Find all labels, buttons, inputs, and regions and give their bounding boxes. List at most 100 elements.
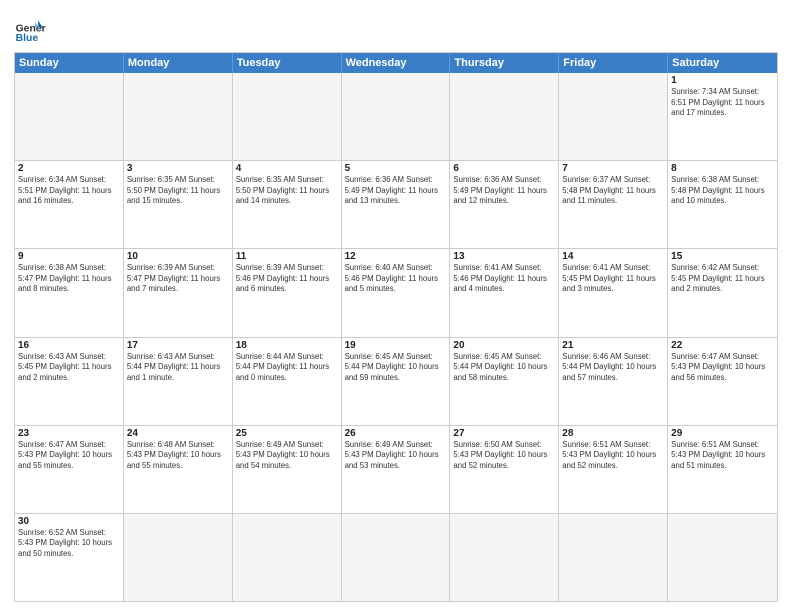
calendar-day-cell: 21Sunrise: 6:46 AM Sunset: 5:44 PM Dayli… bbox=[559, 338, 668, 425]
calendar-day-cell bbox=[668, 514, 777, 601]
calendar-day-cell: 24Sunrise: 6:48 AM Sunset: 5:43 PM Dayli… bbox=[124, 426, 233, 513]
day-info: Sunrise: 6:44 AM Sunset: 5:44 PM Dayligh… bbox=[236, 352, 338, 384]
day-info: Sunrise: 6:36 AM Sunset: 5:49 PM Dayligh… bbox=[345, 175, 447, 207]
calendar-day-cell: 3Sunrise: 6:35 AM Sunset: 5:50 PM Daylig… bbox=[124, 161, 233, 248]
day-number: 4 bbox=[236, 163, 338, 174]
day-number: 14 bbox=[562, 251, 664, 262]
calendar-day-cell bbox=[559, 73, 668, 160]
weekday-header: Tuesday bbox=[233, 53, 342, 73]
calendar-day-cell bbox=[450, 73, 559, 160]
day-info: Sunrise: 6:51 AM Sunset: 5:43 PM Dayligh… bbox=[562, 440, 664, 472]
weekday-header: Friday bbox=[559, 53, 668, 73]
logo: General Blue bbox=[14, 14, 46, 46]
day-number: 3 bbox=[127, 163, 229, 174]
day-number: 6 bbox=[453, 163, 555, 174]
calendar: SundayMondayTuesdayWednesdayThursdayFrid… bbox=[14, 52, 778, 602]
calendar-day-cell: 26Sunrise: 6:49 AM Sunset: 5:43 PM Dayli… bbox=[342, 426, 451, 513]
weekday-header: Monday bbox=[124, 53, 233, 73]
calendar-week-row: 2Sunrise: 6:34 AM Sunset: 5:51 PM Daylig… bbox=[15, 161, 777, 249]
calendar-day-cell: 2Sunrise: 6:34 AM Sunset: 5:51 PM Daylig… bbox=[15, 161, 124, 248]
day-number: 9 bbox=[18, 251, 120, 262]
calendar-day-cell: 11Sunrise: 6:39 AM Sunset: 5:46 PM Dayli… bbox=[233, 249, 342, 336]
calendar-day-cell bbox=[450, 514, 559, 601]
calendar-week-row: 16Sunrise: 6:43 AM Sunset: 5:45 PM Dayli… bbox=[15, 338, 777, 426]
calendar-day-cell: 25Sunrise: 6:49 AM Sunset: 5:43 PM Dayli… bbox=[233, 426, 342, 513]
calendar-day-cell: 17Sunrise: 6:43 AM Sunset: 5:44 PM Dayli… bbox=[124, 338, 233, 425]
day-number: 26 bbox=[345, 428, 447, 439]
day-info: Sunrise: 7:34 AM Sunset: 6:51 PM Dayligh… bbox=[671, 87, 774, 119]
day-info: Sunrise: 6:43 AM Sunset: 5:44 PM Dayligh… bbox=[127, 352, 229, 384]
day-info: Sunrise: 6:36 AM Sunset: 5:49 PM Dayligh… bbox=[453, 175, 555, 207]
day-number: 28 bbox=[562, 428, 664, 439]
day-info: Sunrise: 6:45 AM Sunset: 5:44 PM Dayligh… bbox=[453, 352, 555, 384]
calendar-day-cell: 27Sunrise: 6:50 AM Sunset: 5:43 PM Dayli… bbox=[450, 426, 559, 513]
day-number: 10 bbox=[127, 251, 229, 262]
calendar-body: 1Sunrise: 7:34 AM Sunset: 6:51 PM Daylig… bbox=[15, 73, 777, 601]
calendar-week-row: 1Sunrise: 7:34 AM Sunset: 6:51 PM Daylig… bbox=[15, 73, 777, 161]
calendar-day-cell bbox=[342, 73, 451, 160]
day-info: Sunrise: 6:47 AM Sunset: 5:43 PM Dayligh… bbox=[18, 440, 120, 472]
day-info: Sunrise: 6:39 AM Sunset: 5:46 PM Dayligh… bbox=[236, 263, 338, 295]
calendar-day-cell: 4Sunrise: 6:35 AM Sunset: 5:50 PM Daylig… bbox=[233, 161, 342, 248]
day-info: Sunrise: 6:38 AM Sunset: 5:48 PM Dayligh… bbox=[671, 175, 774, 207]
calendar-day-cell bbox=[124, 73, 233, 160]
day-number: 12 bbox=[345, 251, 447, 262]
day-number: 27 bbox=[453, 428, 555, 439]
weekday-header: Wednesday bbox=[342, 53, 451, 73]
day-info: Sunrise: 6:37 AM Sunset: 5:48 PM Dayligh… bbox=[562, 175, 664, 207]
day-info: Sunrise: 6:39 AM Sunset: 5:47 PM Dayligh… bbox=[127, 263, 229, 295]
calendar-day-cell: 5Sunrise: 6:36 AM Sunset: 5:49 PM Daylig… bbox=[342, 161, 451, 248]
calendar-day-cell: 14Sunrise: 6:41 AM Sunset: 5:45 PM Dayli… bbox=[559, 249, 668, 336]
calendar-day-cell: 12Sunrise: 6:40 AM Sunset: 5:46 PM Dayli… bbox=[342, 249, 451, 336]
calendar-day-cell: 20Sunrise: 6:45 AM Sunset: 5:44 PM Dayli… bbox=[450, 338, 559, 425]
day-number: 15 bbox=[671, 251, 774, 262]
day-info: Sunrise: 6:40 AM Sunset: 5:46 PM Dayligh… bbox=[345, 263, 447, 295]
calendar-day-cell: 19Sunrise: 6:45 AM Sunset: 5:44 PM Dayli… bbox=[342, 338, 451, 425]
day-info: Sunrise: 6:43 AM Sunset: 5:45 PM Dayligh… bbox=[18, 352, 120, 384]
calendar-day-cell: 7Sunrise: 6:37 AM Sunset: 5:48 PM Daylig… bbox=[559, 161, 668, 248]
calendar-day-cell bbox=[15, 73, 124, 160]
weekday-header: Thursday bbox=[450, 53, 559, 73]
day-number: 8 bbox=[671, 163, 774, 174]
day-number: 13 bbox=[453, 251, 555, 262]
calendar-day-cell bbox=[124, 514, 233, 601]
calendar-day-cell: 9Sunrise: 6:38 AM Sunset: 5:47 PM Daylig… bbox=[15, 249, 124, 336]
calendar-week-row: 30Sunrise: 6:52 AM Sunset: 5:43 PM Dayli… bbox=[15, 514, 777, 601]
day-info: Sunrise: 6:45 AM Sunset: 5:44 PM Dayligh… bbox=[345, 352, 447, 384]
day-number: 22 bbox=[671, 340, 774, 351]
day-number: 5 bbox=[345, 163, 447, 174]
calendar-day-cell: 23Sunrise: 6:47 AM Sunset: 5:43 PM Dayli… bbox=[15, 426, 124, 513]
day-info: Sunrise: 6:48 AM Sunset: 5:43 PM Dayligh… bbox=[127, 440, 229, 472]
day-number: 24 bbox=[127, 428, 229, 439]
calendar-day-cell: 28Sunrise: 6:51 AM Sunset: 5:43 PM Dayli… bbox=[559, 426, 668, 513]
svg-text:Blue: Blue bbox=[16, 33, 39, 44]
day-info: Sunrise: 6:51 AM Sunset: 5:43 PM Dayligh… bbox=[671, 440, 774, 472]
day-number: 29 bbox=[671, 428, 774, 439]
day-number: 19 bbox=[345, 340, 447, 351]
weekday-header: Saturday bbox=[668, 53, 777, 73]
day-number: 7 bbox=[562, 163, 664, 174]
day-info: Sunrise: 6:47 AM Sunset: 5:43 PM Dayligh… bbox=[671, 352, 774, 384]
calendar-day-cell bbox=[342, 514, 451, 601]
calendar-day-cell: 22Sunrise: 6:47 AM Sunset: 5:43 PM Dayli… bbox=[668, 338, 777, 425]
header: General Blue bbox=[14, 10, 778, 46]
day-info: Sunrise: 6:41 AM Sunset: 5:45 PM Dayligh… bbox=[562, 263, 664, 295]
calendar-day-cell: 15Sunrise: 6:42 AM Sunset: 5:45 PM Dayli… bbox=[668, 249, 777, 336]
day-info: Sunrise: 6:34 AM Sunset: 5:51 PM Dayligh… bbox=[18, 175, 120, 207]
day-number: 1 bbox=[671, 75, 774, 86]
calendar-day-cell: 29Sunrise: 6:51 AM Sunset: 5:43 PM Dayli… bbox=[668, 426, 777, 513]
day-number: 16 bbox=[18, 340, 120, 351]
weekday-header: Sunday bbox=[15, 53, 124, 73]
calendar-day-cell: 13Sunrise: 6:41 AM Sunset: 5:46 PM Dayli… bbox=[450, 249, 559, 336]
day-number: 21 bbox=[562, 340, 664, 351]
day-number: 17 bbox=[127, 340, 229, 351]
calendar-day-cell: 18Sunrise: 6:44 AM Sunset: 5:44 PM Dayli… bbox=[233, 338, 342, 425]
day-number: 20 bbox=[453, 340, 555, 351]
day-info: Sunrise: 6:49 AM Sunset: 5:43 PM Dayligh… bbox=[236, 440, 338, 472]
day-info: Sunrise: 6:49 AM Sunset: 5:43 PM Dayligh… bbox=[345, 440, 447, 472]
calendar-day-cell bbox=[233, 73, 342, 160]
calendar-day-cell: 8Sunrise: 6:38 AM Sunset: 5:48 PM Daylig… bbox=[668, 161, 777, 248]
calendar-day-cell bbox=[559, 514, 668, 601]
day-number: 11 bbox=[236, 251, 338, 262]
calendar-day-cell bbox=[233, 514, 342, 601]
